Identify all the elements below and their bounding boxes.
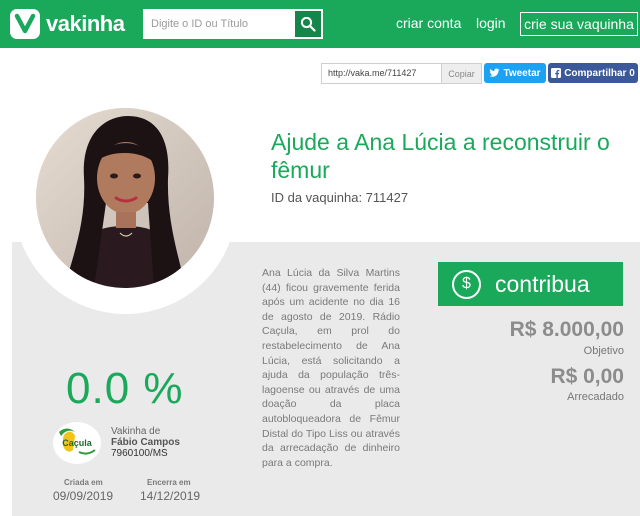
owner-name-link[interactable]: Fábio Campos	[111, 437, 180, 448]
search-icon	[300, 16, 316, 32]
search-input[interactable]	[143, 9, 293, 39]
facebook-share-button[interactable]: Compartilhar 0	[548, 63, 638, 83]
search-bar	[143, 9, 323, 39]
twitter-bird-icon	[489, 68, 501, 77]
campaign-title: Ajude a Ana Lúcia a reconstruir o fêmur	[271, 129, 610, 183]
brand-logo[interactable]: vakinha	[10, 9, 125, 39]
created-date: 09/09/2019	[53, 489, 114, 503]
top-navigation-bar: vakinha criar conta login crie sua vaqui…	[0, 0, 640, 48]
goal-label: Objetivo	[583, 345, 624, 357]
copy-button[interactable]: Copiar	[442, 63, 482, 84]
campaign-id: ID da vaquinha: 711427	[271, 190, 409, 205]
tweet-label: Tweetar	[503, 67, 541, 79]
share-url-field[interactable]: http://vaka.me/711427	[321, 63, 442, 84]
facebook-share-label: Compartilhar 0	[564, 67, 635, 79]
contribute-label: contribua	[495, 270, 590, 297]
create-campaign-button[interactable]: crie sua vaquinha	[520, 12, 638, 36]
campaign-description: Ana Lúcia da Silva Martins (44) ficou gr…	[262, 267, 400, 469]
tweet-button[interactable]: Tweetar	[484, 63, 546, 83]
contribute-button[interactable]: $ contribua	[438, 262, 623, 306]
goal-amount: R$ 8.000,00	[509, 318, 624, 341]
created-label: Criada em	[64, 478, 103, 487]
dollar-icon: $	[452, 269, 481, 299]
search-button[interactable]	[293, 9, 323, 39]
ends-date: 14/12/2019	[140, 489, 201, 503]
facebook-icon	[551, 68, 562, 78]
create-account-link[interactable]: criar conta	[396, 15, 461, 31]
organizer-logo-text: Caçula	[62, 438, 93, 448]
raised-label: Arrecadado	[567, 391, 624, 403]
campaign-photo	[36, 108, 214, 288]
brand-name: vakinha	[46, 11, 125, 36]
login-link[interactable]: login	[476, 15, 506, 31]
owner-prefix: Vakinha de	[111, 426, 161, 437]
vakinha-logo-icon	[10, 9, 40, 39]
progress-percent: 0.0 %	[66, 364, 184, 413]
raised-amount: R$ 0,00	[550, 365, 624, 388]
organizer-logo[interactable]: Caçula	[53, 422, 101, 464]
ends-label: Encerra em	[147, 478, 191, 487]
owner-id: 7960100/MS	[111, 448, 168, 459]
